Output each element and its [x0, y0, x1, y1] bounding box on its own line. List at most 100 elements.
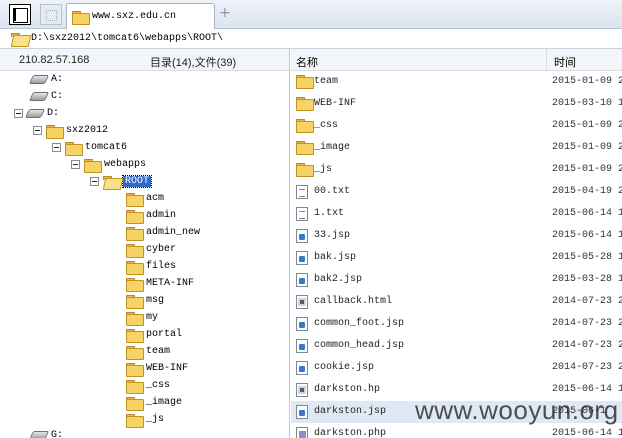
collapse-icon[interactable]: [33, 126, 42, 135]
column-name-header[interactable]: 名称: [296, 54, 318, 70]
tree-folder-root[interactable]: ROOT: [90, 173, 153, 190]
new-tab-button[interactable]: +: [219, 6, 231, 20]
file-time: 2015-04-19 2: [552, 186, 622, 197]
folder-icon: [126, 413, 144, 428]
file-time: 2015-01-09 2: [552, 142, 622, 153]
folder-icon: [296, 119, 314, 133]
window-layout-button[interactable]: [9, 4, 31, 25]
tree-label: team: [146, 346, 171, 357]
file-name: cookie.jsp: [314, 362, 375, 373]
file-name: team: [314, 76, 339, 87]
tree-folder-sxz2012[interactable]: sxz2012: [33, 122, 108, 139]
file-name: darkston.php: [314, 428, 387, 438]
file-name: 1.txt: [314, 208, 345, 219]
folder-icon: [126, 243, 144, 258]
file-name: 33.jsp: [314, 230, 351, 241]
file-time: 2015-01-09 2: [552, 164, 622, 175]
file-time: 2014-07-23 2: [552, 362, 622, 373]
tree-folder-item[interactable]: admin_new: [126, 224, 200, 241]
tree-label-selected: ROOT: [121, 175, 153, 188]
jsp-file-icon: [296, 251, 308, 265]
collapse-icon[interactable]: [71, 160, 80, 169]
file-time: 2015-06-14 1: [552, 384, 622, 395]
file-row[interactable]: team 2015-01-09 2: [291, 71, 622, 93]
address-path[interactable]: D:\sxz2012\tomcat6\webapps\ROOT\: [31, 33, 223, 44]
column-divider[interactable]: [546, 49, 547, 71]
folder-icon: [296, 75, 314, 89]
text-file-icon: [296, 185, 308, 199]
tree-drive-d[interactable]: D:: [14, 105, 59, 122]
column-time-header[interactable]: 时间: [554, 54, 576, 70]
secondary-layout-button[interactable]: [40, 4, 62, 25]
file-name: callback.html: [314, 296, 393, 307]
tree-drive-g[interactable]: G:: [18, 427, 63, 438]
collapse-icon[interactable]: [14, 109, 23, 118]
file-name: common_head.jsp: [314, 340, 405, 351]
tree-folder-item[interactable]: _js: [126, 411, 164, 428]
file-row[interactable]: bak.jsp 2015-05-28 1: [291, 247, 622, 269]
file-row[interactable]: _js 2015-01-09 2: [291, 159, 622, 181]
tab-site[interactable]: www.sxz.edu.cn: [66, 3, 215, 29]
folder-icon: [126, 379, 144, 394]
folder-icon: [126, 192, 144, 207]
tree-label: G:: [51, 430, 64, 438]
jsp-file-icon: [296, 317, 308, 331]
tree-label: _image: [146, 397, 183, 408]
address-bar[interactable]: D:\sxz2012\tomcat6\webapps\ROOT\: [0, 29, 622, 49]
folder-icon: [126, 294, 144, 309]
collapse-icon[interactable]: [52, 143, 61, 152]
tree-drive-c[interactable]: C:: [18, 88, 63, 105]
tree-folder-item[interactable]: WEB-INF: [126, 360, 188, 377]
tree-folder-item[interactable]: admin: [126, 207, 176, 224]
tree-drive-a[interactable]: A:: [18, 71, 63, 88]
php-file-icon: [296, 427, 308, 438]
tree-label: webapps: [104, 159, 147, 170]
folder-icon: [296, 163, 314, 177]
tree-folder-item[interactable]: msg: [126, 292, 164, 309]
file-row[interactable]: common_foot.jsp 2014-07-23 2: [291, 313, 622, 335]
tree-folder-item[interactable]: cyber: [126, 241, 176, 258]
text-file-icon: [296, 207, 308, 221]
tree-label: admin_new: [146, 227, 201, 238]
file-row[interactable]: cookie.jsp 2014-07-23 2: [291, 357, 622, 379]
file-time: 2015-01-09 2: [552, 76, 622, 87]
tree-folder-item[interactable]: my: [126, 309, 158, 326]
tree-folder-item[interactable]: META-INF: [126, 275, 194, 292]
file-time: 2014-07-23 2: [552, 340, 622, 351]
file-row[interactable]: 33.jsp 2015-06-14 1: [291, 225, 622, 247]
file-time: 2015-01-09 2: [552, 120, 622, 131]
drive-icon: [28, 431, 50, 438]
folder-icon: [126, 396, 144, 411]
collapse-icon[interactable]: [90, 177, 99, 186]
jsp-file-icon: [296, 273, 308, 287]
folder-icon: [46, 124, 64, 139]
tree-folder-item[interactable]: team: [126, 343, 170, 360]
tree-folder-item[interactable]: _image: [126, 394, 182, 411]
file-list-header: 名称 时间: [291, 49, 622, 71]
file-row[interactable]: _image 2015-01-09 2: [291, 137, 622, 159]
tree-folder-item[interactable]: portal: [126, 326, 182, 343]
watermark: www.wooyun.org: [415, 395, 619, 425]
tree-folder-item[interactable]: _css: [126, 377, 170, 394]
tree-folder-item[interactable]: acm: [126, 190, 164, 207]
file-row[interactable]: _css 2015-01-09 2: [291, 115, 622, 137]
drive-icon: [28, 75, 50, 84]
file-time: 2015-06-14 1: [552, 208, 622, 219]
folder-icon: [126, 362, 144, 377]
tree-label: WEB-INF: [146, 363, 189, 374]
file-row[interactable]: common_head.jsp 2014-07-23 2: [291, 335, 622, 357]
file-row[interactable]: callback.html 2014-07-23 2: [291, 291, 622, 313]
tree-label: C:: [51, 91, 64, 102]
file-name: _image: [314, 142, 351, 153]
file-row[interactable]: bak2.jsp 2015-03-28 1: [291, 269, 622, 291]
folder-icon: [72, 10, 90, 25]
file-row[interactable]: 00.txt 2015-04-19 2: [291, 181, 622, 203]
tree-folder-item[interactable]: files: [126, 258, 176, 275]
folder-icon: [65, 141, 83, 156]
file-time: 2014-07-23 2: [552, 296, 622, 307]
file-row[interactable]: 1.txt 2015-06-14 1: [291, 203, 622, 225]
tree-folder-tomcat6[interactable]: tomcat6: [52, 139, 127, 156]
file-row[interactable]: WEB-INF 2015-03-10 1: [291, 93, 622, 115]
folder-icon: [126, 345, 144, 360]
tree-folder-webapps[interactable]: webapps: [71, 156, 146, 173]
